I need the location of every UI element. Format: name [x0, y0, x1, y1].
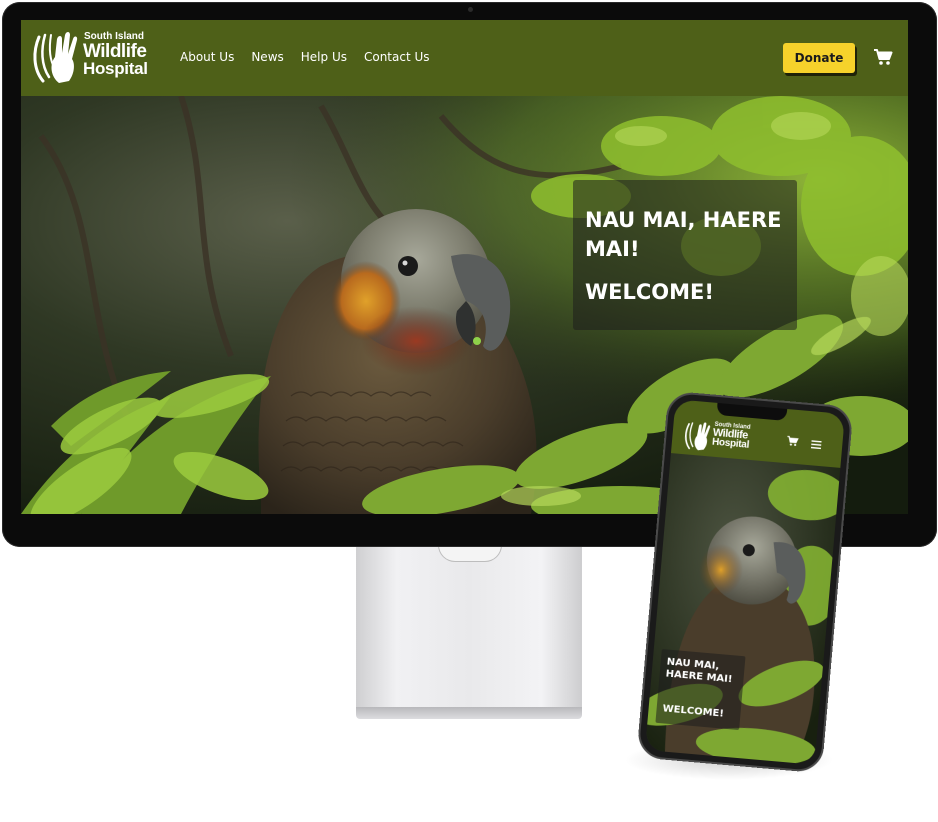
mobile-site-logo[interactable]: South Island Wildlife Hospital — [681, 418, 764, 459]
mobile-screen: South Island Wildlife Hospital NAU MAI, … — [644, 399, 846, 765]
monitor-camera — [468, 7, 473, 12]
mobile-logo-line3: Hospital — [711, 436, 750, 451]
mobile-logo-wordmark: South Island Wildlife Hospital — [712, 422, 751, 451]
monitor-stand-cutout — [438, 545, 502, 562]
device-mockup-scene: South Island Wildlife Hospital About Us … — [0, 0, 938, 822]
mobile-hero-subheading: WELCOME! — [662, 703, 725, 720]
mobile-hero-welcome-panel: NAU MAI, HAERE MAI! WELCOME! — [655, 649, 746, 731]
hero-heading: NAU MAI, HAERE MAI! — [585, 208, 782, 261]
site-header: South Island Wildlife Hospital About Us … — [21, 20, 908, 96]
logo-line3: Hospital — [83, 59, 148, 78]
hero-subheading: WELCOME! — [585, 280, 714, 304]
mobile-phone: South Island Wildlife Hospital NAU MAI, … — [636, 390, 854, 774]
site-logo[interactable]: South Island Wildlife Hospital — [29, 29, 159, 87]
hero-welcome-panel: NAU MAI, HAERE MAI! WELCOME! — [573, 180, 797, 330]
hamburger-menu-icon[interactable] — [810, 440, 822, 450]
nav-link-news[interactable]: News — [251, 50, 283, 64]
hand-bird-icon — [33, 32, 78, 83]
donate-button[interactable]: Donate — [783, 43, 855, 73]
monitor-stand — [356, 545, 582, 711]
nav-link-contact-us[interactable]: Contact Us — [364, 50, 430, 64]
nav-link-about-us[interactable]: About Us — [180, 50, 234, 64]
cart-icon[interactable] — [786, 435, 799, 447]
hand-bird-icon — [684, 422, 711, 451]
cart-icon[interactable] — [873, 48, 893, 66]
primary-nav: About Us News Help Us Contact Us — [180, 50, 430, 64]
monitor-stand-foot — [356, 707, 582, 719]
mobile-hero-heading: NAU MAI, HAERE MAI! — [665, 656, 733, 686]
nav-link-help-us[interactable]: Help Us — [301, 50, 347, 64]
logo-wordmark: South Island Wildlife Hospital — [83, 32, 148, 78]
